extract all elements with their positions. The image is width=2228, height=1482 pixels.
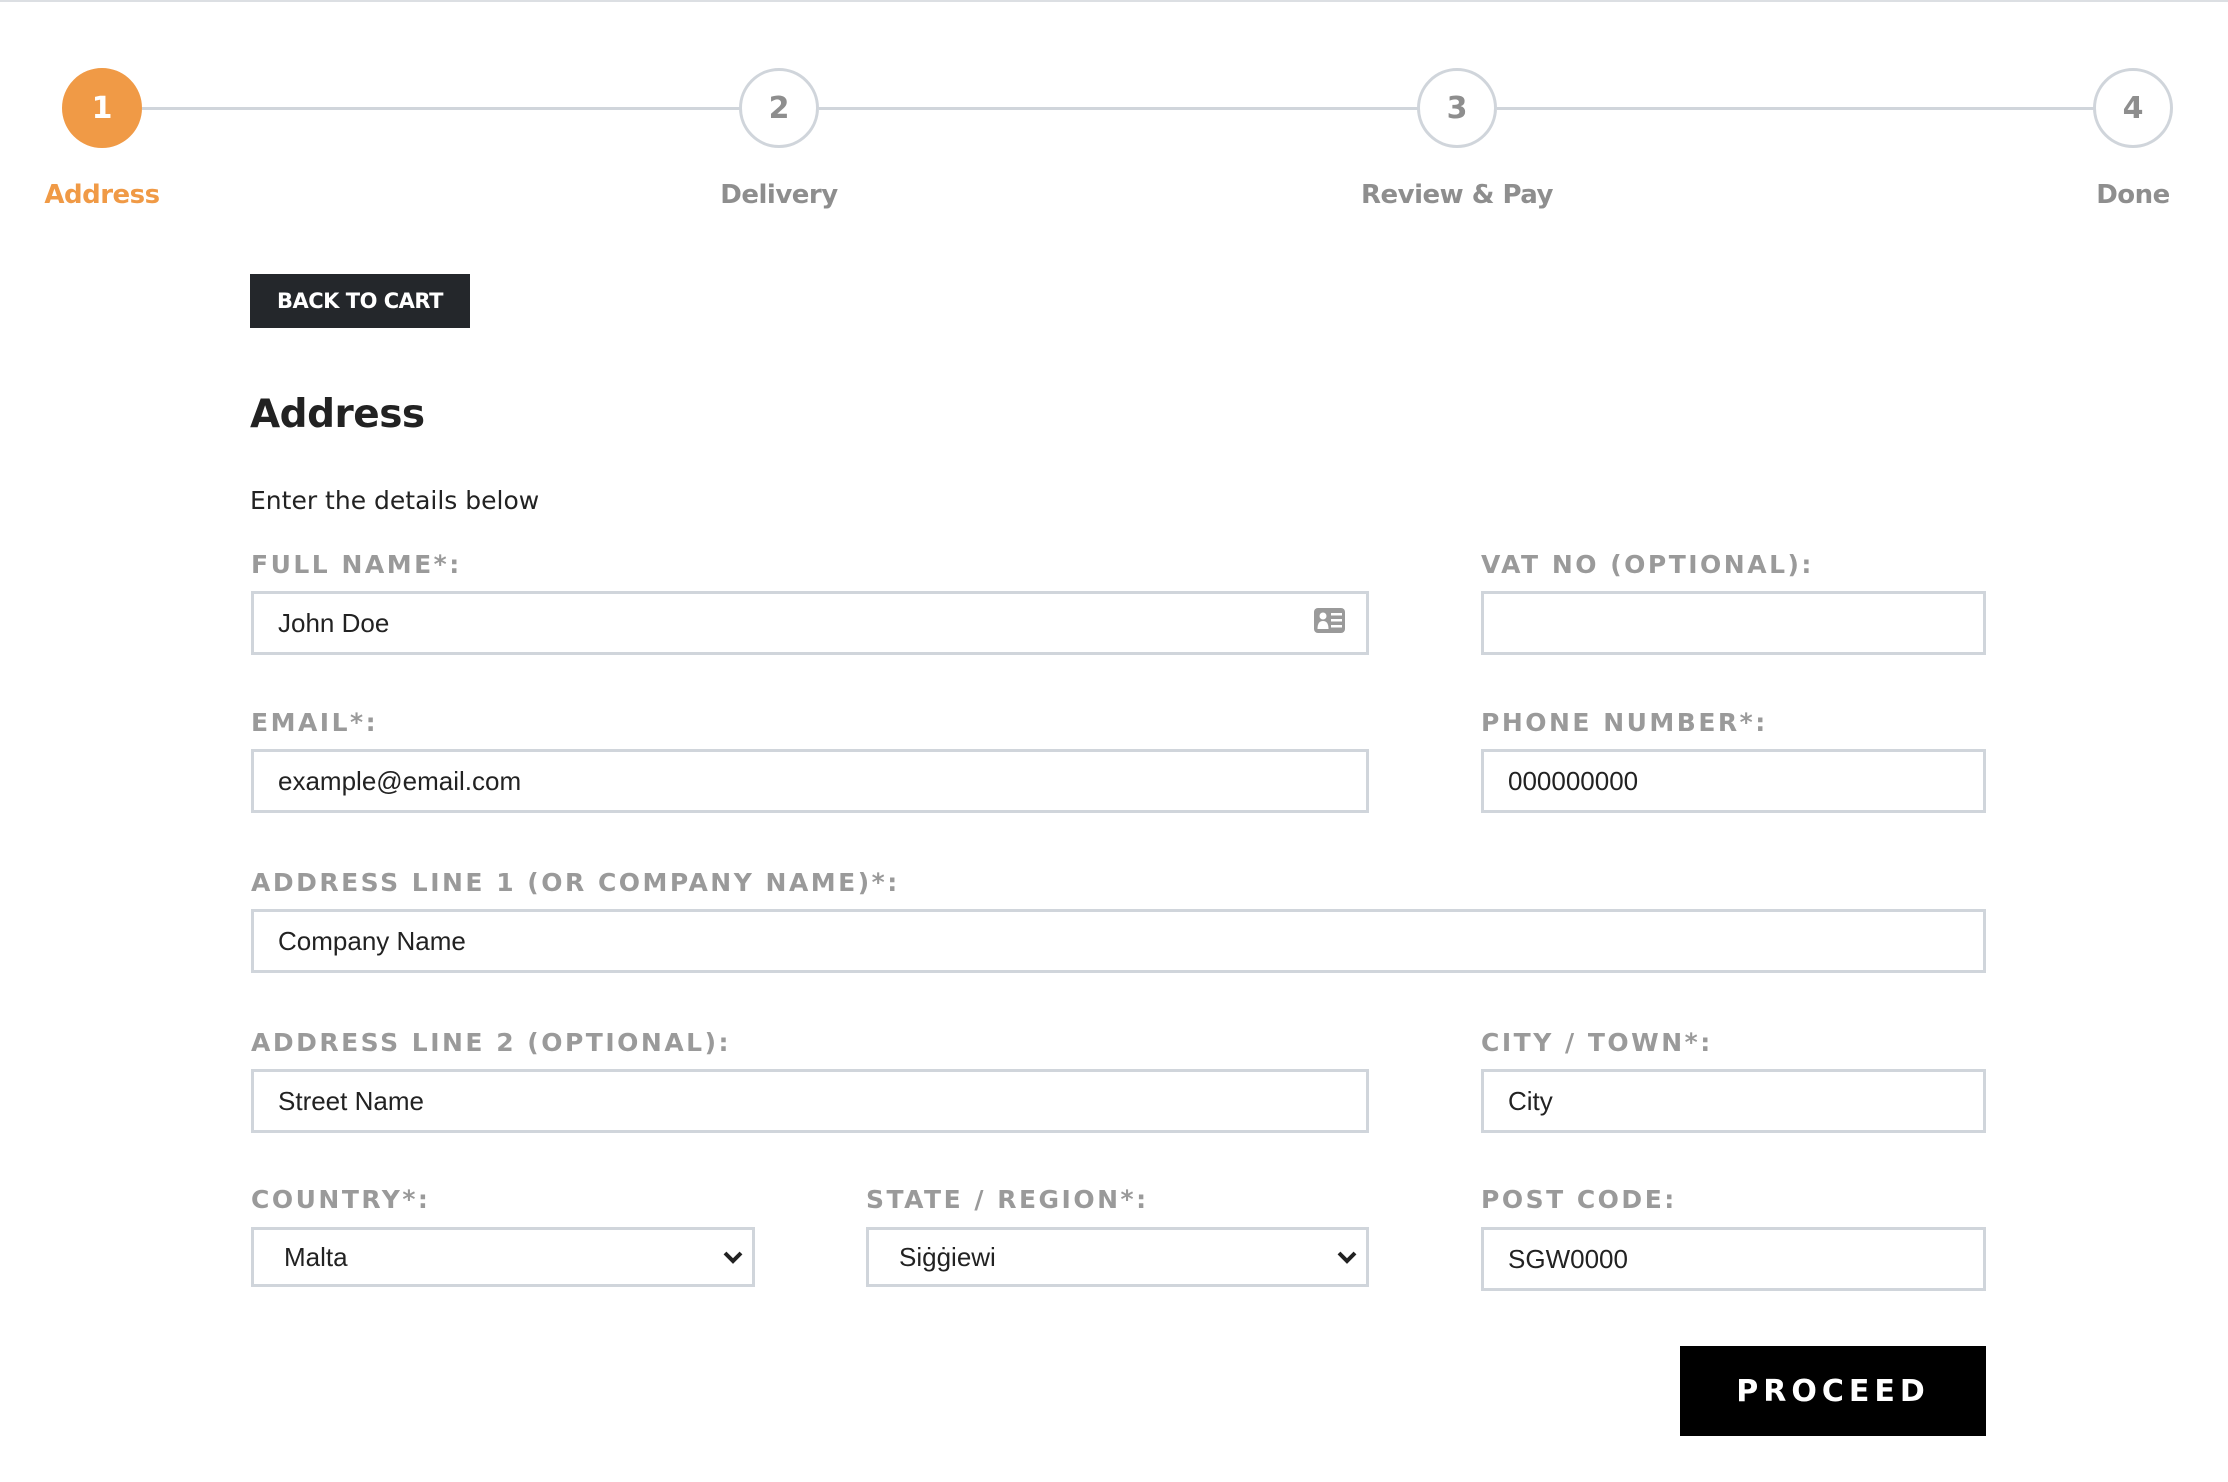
form-subtitle: Enter the details below [250,486,540,515]
country-label: COUNTRY*: [251,1185,431,1214]
email-input[interactable] [251,749,1369,813]
step-2-circle[interactable]: 2 [739,68,819,148]
proceed-button[interactable]: PROCEED [1680,1346,1986,1436]
post-code-input[interactable] [1481,1227,1986,1291]
post-code-label: POST CODE: [1481,1185,1677,1214]
contact-card-icon[interactable] [1314,608,1345,633]
step-4-circle[interactable]: 4 [2093,68,2173,148]
chevron-down-icon [1337,1251,1357,1264]
state-region-label: STATE / REGION*: [866,1185,1149,1214]
top-border [0,0,2228,2]
chevron-down-icon [723,1251,743,1264]
vat-no-label: VAT NO (OPTIONAL): [1481,550,1814,579]
step-2-label[interactable]: Delivery [629,180,929,210]
country-selected-value: Malta [284,1241,348,1272]
phone-input[interactable] [1481,749,1986,813]
page-title: Address [250,392,425,437]
back-to-cart-button[interactable]: BACK TO CART [250,274,470,328]
step-connector [1497,107,2096,110]
address-line-2-input[interactable] [251,1069,1369,1133]
step-3-circle[interactable]: 3 [1417,68,1497,148]
full-name-input[interactable] [251,591,1369,655]
phone-label: PHONE NUMBER*: [1481,708,1768,737]
vat-no-input[interactable] [1481,591,1986,655]
step-1-circle[interactable]: 1 [62,68,142,148]
city-input[interactable] [1481,1069,1986,1133]
email-label: EMAIL*: [251,708,379,737]
address-line-1-label: ADDRESS LINE 1 (OR COMPANY NAME)*: [251,868,900,897]
step-3-label[interactable]: Review & Pay [1307,180,1607,210]
address-line-2-label: ADDRESS LINE 2 (OPTIONAL): [251,1028,732,1057]
state-region-selected-value: Siġġiewi [899,1241,996,1272]
step-4-label[interactable]: Done [1983,180,2228,210]
step-1-label[interactable]: Address [0,180,252,210]
state-region-select[interactable]: Siġġiewi [866,1227,1369,1287]
country-select[interactable]: Malta [251,1227,755,1287]
full-name-label: FULL NAME*: [251,550,462,579]
address-line-1-input[interactable] [251,909,1986,973]
step-connector [142,107,742,110]
city-label: CITY / TOWN*: [1481,1028,1713,1057]
step-connector [819,107,1420,110]
